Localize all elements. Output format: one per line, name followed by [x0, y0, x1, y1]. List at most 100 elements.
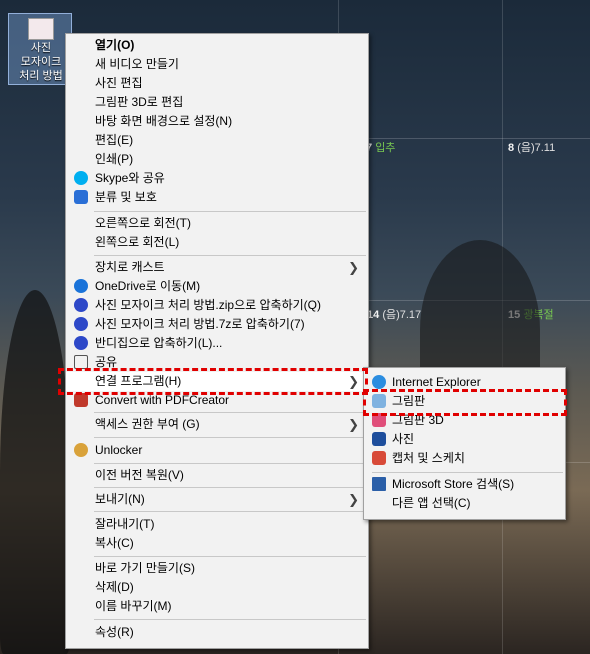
menu-item-label: 바탕 화면 배경으로 설정(N) [95, 114, 233, 128]
submenu-item-label: 사진 [392, 432, 415, 446]
context-menu: 열기(O) 새 비디오 만들기 사진 편집 그림판 3D로 편집 바탕 화면 배… [65, 33, 369, 649]
bandizip-icon [74, 336, 88, 350]
menu-item-cast[interactable]: 장치로 캐스트 ❯ [66, 258, 368, 277]
menu-item-label: 보내기(N) [95, 492, 145, 506]
calendar-note: 입추 [375, 142, 396, 154]
menu-item-cut[interactable]: 잘라내기(T) [66, 515, 368, 534]
submenu-item-label: Microsoft Store 검색(S) [392, 477, 515, 491]
menu-item-label: 속성(R) [95, 625, 134, 639]
share-icon [74, 355, 88, 369]
desktop-file-label: 사진 모자이크 처리 방법 [19, 42, 63, 82]
menu-item-paint3d-edit[interactable]: 그림판 3D로 편집 [66, 93, 368, 112]
pdfcreator-icon [74, 393, 88, 407]
menu-item-edit[interactable]: 편집(E) [66, 131, 368, 150]
calendar-note: (음)7.11 [517, 142, 556, 154]
submenu-item-choose-app[interactable]: 다른 앱 선택(C) [364, 494, 565, 513]
menu-item-create-shortcut[interactable]: 바로 가기 만들기(S) [66, 559, 368, 578]
submenu-item-label: 캡처 및 스케치 [392, 451, 465, 465]
chevron-right-icon: ❯ [348, 492, 359, 507]
menu-item-onedrive[interactable]: OneDrive로 이동(M) [66, 277, 368, 296]
internet-explorer-icon [372, 375, 386, 389]
photos-icon [372, 432, 386, 446]
menu-item-unlocker[interactable]: Unlocker [66, 441, 368, 460]
menu-separator [94, 556, 366, 557]
menu-item-label: Unlocker [95, 443, 143, 457]
menu-item-restore-version[interactable]: 이전 버전 복원(V) [66, 466, 368, 485]
menu-item-label: 분류 및 보호 [95, 190, 157, 204]
submenu-item-snip-sketch[interactable]: 캡처 및 스케치 [364, 449, 565, 468]
onedrive-icon [74, 279, 88, 293]
menu-separator [94, 255, 366, 256]
menu-item-set-background[interactable]: 바탕 화면 배경으로 설정(N) [66, 112, 368, 131]
menu-item-bandizip[interactable]: 반디집으로 압축하기(L)... [66, 334, 368, 353]
menu-item-open[interactable]: 열기(O) [66, 36, 368, 55]
menu-item-rotate-right[interactable]: 오른쪽으로 회전(T) [66, 214, 368, 233]
submenu-item-label: 다른 앱 선택(C) [392, 496, 471, 510]
menu-item-label: 그림판 3D로 편집 [95, 95, 184, 109]
menu-item-rotate-left[interactable]: 왼쪽으로 회전(L) [66, 233, 368, 252]
menu-separator [94, 412, 366, 413]
menu-item-label: 열기(O) [95, 38, 135, 52]
menu-item-skype-share[interactable]: Skype와 공유 [66, 169, 368, 188]
menu-separator [372, 472, 563, 473]
bandizip-icon [74, 298, 88, 312]
menu-item-label: 복사(C) [95, 536, 134, 550]
menu-item-label: 이름 바꾸기(M) [95, 599, 172, 613]
menu-item-print[interactable]: 인쇄(P) [66, 150, 368, 169]
skype-icon [74, 171, 88, 185]
menu-separator [94, 211, 366, 212]
menu-item-classify-protect[interactable]: 분류 및 보호 [66, 188, 368, 207]
menu-item-label: 반디집으로 압축하기(L)... [95, 336, 223, 350]
menu-item-label: 인쇄(P) [95, 152, 134, 166]
menu-item-label: 이전 버전 복원(V) [95, 468, 184, 482]
menu-item-properties[interactable]: 속성(R) [66, 623, 368, 642]
submenu-item-photos[interactable]: 사진 [364, 430, 565, 449]
desktop-file-icon[interactable]: 사진 모자이크 처리 방법 [8, 13, 72, 85]
menu-item-label: 잘라내기(T) [95, 517, 155, 531]
menu-separator [94, 487, 366, 488]
menu-item-label: 편집(E) [95, 133, 134, 147]
menu-item-label: 오른쪽으로 회전(T) [95, 216, 191, 230]
menu-item-send-to[interactable]: 보내기(N) ❯ [66, 490, 368, 509]
menu-item-delete[interactable]: 삭제(D) [66, 578, 368, 597]
menu-item-edit-photo[interactable]: 사진 편집 [66, 74, 368, 93]
menu-separator [94, 437, 366, 438]
snip-sketch-icon [372, 451, 386, 465]
unlocker-icon [74, 443, 88, 457]
menu-item-label: 바로 가기 만들기(S) [95, 561, 195, 575]
calendar-cell: 7 입추 [366, 139, 395, 155]
menu-separator [94, 463, 366, 464]
calendar-cell: 8 (음)7.11 [508, 139, 555, 155]
menu-item-label: 왼쪽으로 회전(L) [95, 235, 180, 249]
submenu-item-store-search[interactable]: Microsoft Store 검색(S) [364, 475, 565, 494]
menu-item-label: 새 비디오 만들기 [95, 57, 179, 71]
menu-item-label: 장치로 캐스트 [95, 260, 165, 274]
menu-item-label: OneDrive로 이동(M) [95, 279, 201, 293]
chevron-right-icon: ❯ [348, 260, 359, 275]
store-icon [372, 477, 386, 491]
menu-item-new-video[interactable]: 새 비디오 만들기 [66, 55, 368, 74]
highlight-open-with [58, 368, 368, 395]
menu-item-label: 사진 모자이크 처리 방법.zip으로 압축하기(Q) [95, 298, 321, 312]
menu-item-label: 사진 모자이크 처리 방법.7z로 압축하기(7) [95, 317, 305, 331]
image-file-icon [28, 18, 54, 40]
menu-item-zip[interactable]: 사진 모자이크 처리 방법.zip으로 압축하기(Q) [66, 296, 368, 315]
bandizip-icon [74, 317, 88, 331]
menu-separator [94, 511, 366, 512]
protect-icon [74, 190, 88, 204]
menu-item-grant-access[interactable]: 액세스 권한 부여 (G) ❯ [66, 415, 368, 434]
menu-item-label: 사진 편집 [95, 76, 143, 90]
menu-item-rename[interactable]: 이름 바꾸기(M) [66, 597, 368, 616]
calendar-cell: 14 (음)7.17 [367, 306, 421, 322]
menu-item-copy[interactable]: 복사(C) [66, 534, 368, 553]
calendar-day: 8 [508, 142, 515, 154]
menu-item-label: Skype와 공유 [95, 171, 165, 185]
highlight-paint [363, 389, 567, 416]
menu-item-label: 액세스 권한 부여 (G) [95, 417, 200, 431]
tree-silhouette [0, 290, 70, 654]
calendar-note: (음)7.17 [382, 309, 422, 321]
menu-separator [94, 619, 366, 620]
menu-item-label: 삭제(D) [95, 580, 134, 594]
chevron-right-icon: ❯ [348, 417, 359, 432]
menu-item-7z[interactable]: 사진 모자이크 처리 방법.7z로 압축하기(7) [66, 315, 368, 334]
